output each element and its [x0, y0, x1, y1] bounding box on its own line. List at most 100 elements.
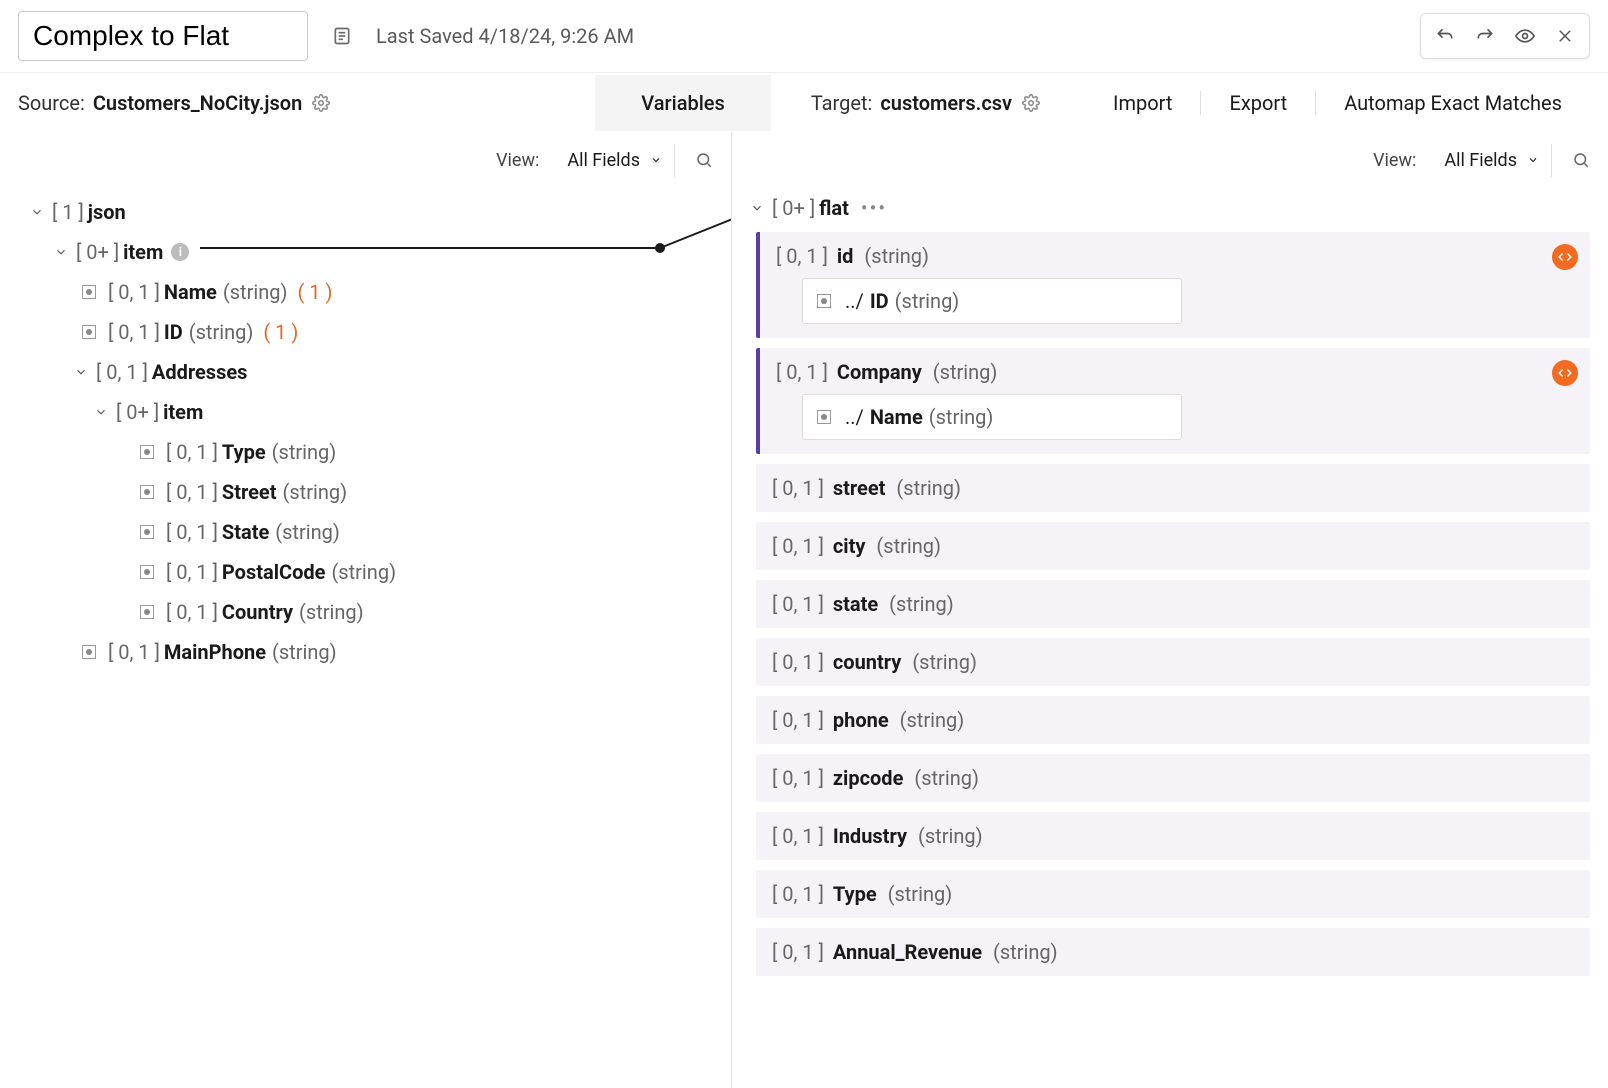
cardinality: [ 0, 1 ] — [772, 650, 824, 674]
target-field-id[interactable]: [ 0, 1 ] id (string)../ ID (string) — [756, 232, 1590, 338]
field-icon — [140, 565, 154, 579]
field-type: (string) — [275, 520, 340, 544]
mapped-field-name: ID — [870, 289, 889, 313]
field-name: country — [833, 650, 901, 674]
chevron-down-icon[interactable] — [750, 201, 764, 215]
mapped-field-type: (string) — [929, 405, 994, 429]
preview-button[interactable] — [1507, 18, 1543, 54]
target-file: customers.csv — [880, 91, 1012, 115]
field-icon — [140, 605, 154, 619]
path-prefix: ../ — [845, 289, 864, 313]
mapping-title-input[interactable] — [18, 11, 308, 61]
tree-node-name[interactable]: [ 0, 1 ] Name (string) ( 1 ) — [10, 272, 721, 312]
chevron-down-icon[interactable] — [94, 405, 108, 419]
target-field-company[interactable]: [ 0, 1 ] Company (string)../ Name (strin… — [756, 348, 1590, 454]
chevron-down-icon — [1527, 154, 1539, 166]
target-field-city[interactable]: [ 0, 1 ] city (string) — [756, 522, 1590, 570]
tree-node-type[interactable]: [ 0, 1 ] Type (string) — [10, 432, 721, 472]
target-root-node[interactable]: [ 0+ ] flat ••• — [732, 188, 1608, 228]
target-view-value: All Fields — [1444, 150, 1517, 171]
field-name: street — [833, 476, 886, 500]
export-button[interactable]: Export — [1200, 91, 1315, 115]
field-type: (string) — [900, 708, 965, 732]
tree-node-postal[interactable]: [ 0, 1 ] PostalCode (string) — [10, 552, 721, 592]
mapped-field-type: (string) — [895, 289, 960, 313]
target-field-country[interactable]: [ 0, 1 ] country (string) — [756, 638, 1590, 686]
target-field-street[interactable]: [ 0, 1 ] street (string) — [756, 464, 1590, 512]
variables-tab[interactable]: Variables — [595, 75, 771, 131]
source-settings-icon[interactable] — [312, 94, 330, 112]
field-name: Type — [833, 882, 877, 906]
field-name: MainPhone — [164, 640, 266, 664]
field-icon — [82, 645, 96, 659]
target-field-state[interactable]: [ 0, 1 ] state (string) — [756, 580, 1590, 628]
tree-node-json[interactable]: [ 1 ] json — [10, 192, 721, 232]
mapped-field-name: Name — [870, 405, 923, 429]
field-type: (string) — [272, 440, 337, 464]
mapping-source[interactable]: ../ ID (string) — [802, 278, 1182, 324]
field-name: phone — [833, 708, 889, 732]
tree-node-item[interactable]: [ 0+ ] item — [10, 232, 721, 272]
close-button[interactable] — [1547, 18, 1583, 54]
tree-node-street[interactable]: [ 0, 1 ] Street (string) — [10, 472, 721, 512]
target-field-annual_revenue[interactable]: [ 0, 1 ] Annual_Revenue (string) — [756, 928, 1590, 976]
last-saved-label: Last Saved 4/18/24, 9:26 AM — [376, 24, 634, 48]
target-view-select[interactable]: All Fields — [1432, 144, 1552, 177]
field-type: (string) — [223, 280, 288, 304]
source-label: Source: — [18, 91, 85, 115]
cardinality: [ 0, 1 ] — [772, 534, 824, 558]
cardinality: [ 0, 1 ] — [772, 824, 824, 848]
field-icon — [82, 285, 96, 299]
source-file: Customers_NoCity.json — [93, 91, 302, 115]
field-type: (string) — [189, 320, 254, 344]
target-field-phone[interactable]: [ 0, 1 ] phone (string) — [756, 696, 1590, 744]
tree-node-mainphone[interactable]: [ 0, 1 ] MainPhone (string) — [10, 632, 721, 672]
cardinality: [ 0, 1 ] — [108, 320, 160, 344]
undo-button[interactable] — [1427, 18, 1463, 54]
import-button[interactable]: Import — [1085, 91, 1200, 115]
notes-icon[interactable] — [332, 26, 352, 46]
chevron-down-icon[interactable] — [30, 205, 44, 219]
target-settings-icon[interactable] — [1022, 94, 1040, 112]
field-name: item — [123, 240, 163, 264]
tree-node-id[interactable]: [ 0, 1 ] ID (string) ( 1 ) — [10, 312, 721, 352]
field-type: (string) — [283, 480, 348, 504]
info-icon[interactable] — [171, 243, 189, 261]
cardinality: [ 0, 1 ] — [166, 560, 218, 584]
source-view-value: All Fields — [567, 150, 640, 171]
chevron-down-icon[interactable] — [54, 245, 68, 259]
tree-node-country[interactable]: [ 0, 1 ] Country (string) — [10, 592, 721, 632]
field-name: Addresses — [152, 360, 248, 384]
source-view-select[interactable]: All Fields — [555, 144, 675, 177]
field-icon — [82, 325, 96, 339]
field-icon — [817, 294, 831, 308]
cardinality: [ 0+ ] — [772, 196, 815, 220]
transform-icon[interactable] — [1552, 360, 1578, 386]
target-field-industry[interactable]: [ 0, 1 ] Industry (string) — [756, 812, 1590, 860]
target-search-icon[interactable] — [1572, 151, 1590, 169]
chevron-down-icon[interactable] — [74, 365, 88, 379]
transform-icon[interactable] — [1552, 244, 1578, 270]
field-type: (string) — [864, 244, 929, 268]
mapping-source[interactable]: ../ Name (string) — [802, 394, 1182, 440]
source-search-icon[interactable] — [695, 151, 713, 169]
cardinality: [ 0, 1 ] — [772, 882, 824, 906]
ref-count: ( 1 ) — [263, 320, 298, 344]
tree-node-addresses[interactable]: [ 0, 1 ] Addresses — [10, 352, 721, 392]
field-type: (string) — [876, 534, 941, 558]
field-name: state — [833, 592, 878, 616]
target-label: Target: — [811, 91, 873, 115]
redo-button[interactable] — [1467, 18, 1503, 54]
automap-button[interactable]: Automap Exact Matches — [1315, 91, 1590, 115]
field-type: (string) — [993, 940, 1058, 964]
tree-node-addr-item[interactable]: [ 0+ ] item — [10, 392, 721, 432]
field-name: State — [222, 520, 269, 544]
field-name: Annual_Revenue — [833, 940, 982, 964]
field-name: Industry — [833, 824, 907, 848]
field-name: id — [837, 244, 854, 268]
target-field-type[interactable]: [ 0, 1 ] Type (string) — [756, 870, 1590, 918]
field-name: json — [88, 200, 126, 224]
tree-node-state[interactable]: [ 0, 1 ] State (string) — [10, 512, 721, 552]
target-field-zipcode[interactable]: [ 0, 1 ] zipcode (string) — [756, 754, 1590, 802]
more-icon[interactable]: ••• — [861, 196, 887, 220]
